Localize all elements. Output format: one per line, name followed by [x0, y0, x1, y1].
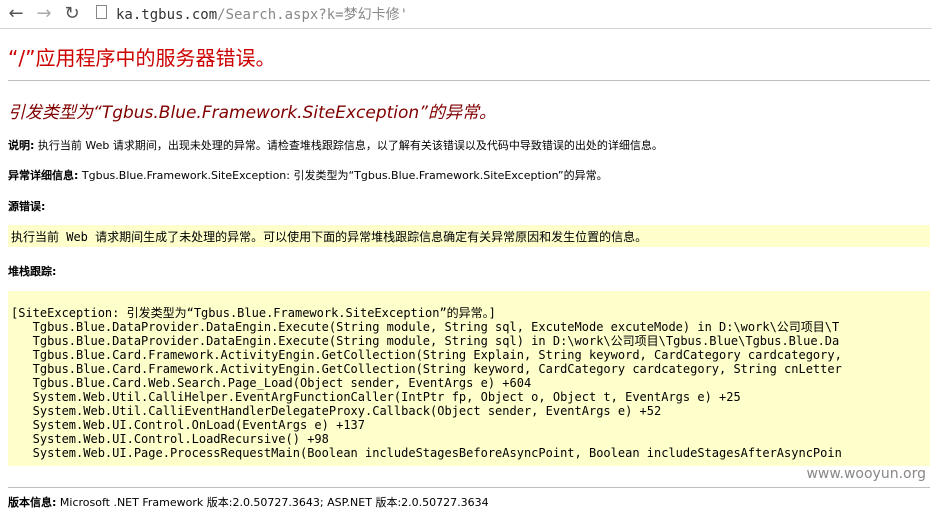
exception-details-label: 异常详细信息: [8, 169, 79, 182]
source-error-box: 执行当前 Web 请求期间生成了未处理的异常。可以使用下面的异常堆栈跟踪信息确定… [8, 225, 930, 247]
stack-trace-row: Tgbus.Blue.Card.Framework.ActivityEngin.… [11, 362, 842, 376]
stack-trace-row: System.Web.UI.Control.OnLoad(EventArgs e… [11, 418, 366, 432]
watermark: www.wooyun.org [806, 466, 926, 482]
exception-details-line: 异常详细信息: Tgbus.Blue.Framework.SiteExcepti… [8, 167, 608, 183]
stack-trace-row: System.Web.UI.Control.LoadRecursive() +9… [11, 432, 329, 446]
address-bar[interactable]: ka.tgbus.com/Search.aspx?k=梦幻卡修' [94, 2, 932, 24]
source-error-text: 执行当前 Web 请求期间生成了未处理的异常。可以使用下面的异常堆栈跟踪信息确定… [11, 230, 648, 244]
url-text[interactable]: ka.tgbus.com/Search.aspx?k=梦幻卡修' [116, 4, 408, 24]
version-text: Microsoft .NET Framework 版本:2.0.50727.36… [59, 496, 489, 509]
stack-trace-row: System.Web.Util.CalliHelper.EventArgFunc… [11, 390, 741, 404]
exception-details-text: Tgbus.Blue.Framework.SiteException: 引发类型… [81, 169, 608, 182]
url-path: /Search.aspx?k=梦幻卡修' [217, 7, 409, 23]
url-host: ka.tgbus.com [116, 7, 218, 23]
stack-trace-row: Tgbus.Blue.DataProvider.DataEngin.Execut… [11, 334, 840, 348]
version-label: 版本信息: [8, 496, 57, 509]
forward-arrow-icon[interactable]: → [34, 4, 54, 24]
stack-trace-row: [SiteException: 引发类型为“Tgbus.Blue.Framewo… [11, 306, 496, 320]
footer-divider [8, 487, 930, 488]
description-label: 说明: [8, 139, 35, 152]
stack-trace-row: Tgbus.Blue.DataProvider.DataEngin.Execut… [11, 320, 840, 334]
reload-icon[interactable]: ↻ [62, 4, 82, 24]
browser-toolbar: ← → ↻ ka.tgbus.com/Search.aspx?k=梦幻卡修' [0, 0, 932, 29]
page-icon [96, 5, 107, 19]
title-divider [8, 80, 930, 81]
stack-trace-text: [SiteException: 引发类型为“Tgbus.Blue.Framewo… [11, 306, 842, 460]
version-line: 版本信息: Microsoft .NET Framework 版本:2.0.50… [8, 494, 489, 510]
stack-trace-box: [SiteException: 引发类型为“Tgbus.Blue.Framewo… [8, 291, 930, 466]
description-line: 说明: 执行当前 Web 请求期间，出现未处理的异常。请检查堆栈跟踪信息，以了解… [8, 137, 663, 153]
source-error-line: 源错误: [8, 198, 45, 214]
exception-heading: 引发类型为“Tgbus.Blue.Framework.SiteException… [8, 103, 496, 123]
back-arrow-icon[interactable]: ← [6, 4, 26, 24]
stack-trace-label: 堆栈跟踪: [8, 265, 57, 278]
source-error-label: 源错误: [8, 200, 46, 213]
stack-trace-row: Tgbus.Blue.Card.Web.Search.Page_Load(Obj… [11, 376, 532, 390]
stack-trace-row: System.Web.Util.CalliEventHandlerDelegat… [11, 404, 662, 418]
stack-trace-row: System.Web.UI.Page.ProcessRequestMain(Bo… [11, 446, 842, 460]
stack-trace-row: Tgbus.Blue.Card.Framework.ActivityEngin.… [11, 348, 842, 362]
description-text: 执行当前 Web 请求期间，出现未处理的异常。请检查堆栈跟踪信息，以了解有关该错… [37, 139, 663, 152]
stack-trace-line: 堆栈跟踪: [8, 263, 56, 279]
page-title: “/”应用程序中的服务器错误。 [8, 46, 276, 70]
